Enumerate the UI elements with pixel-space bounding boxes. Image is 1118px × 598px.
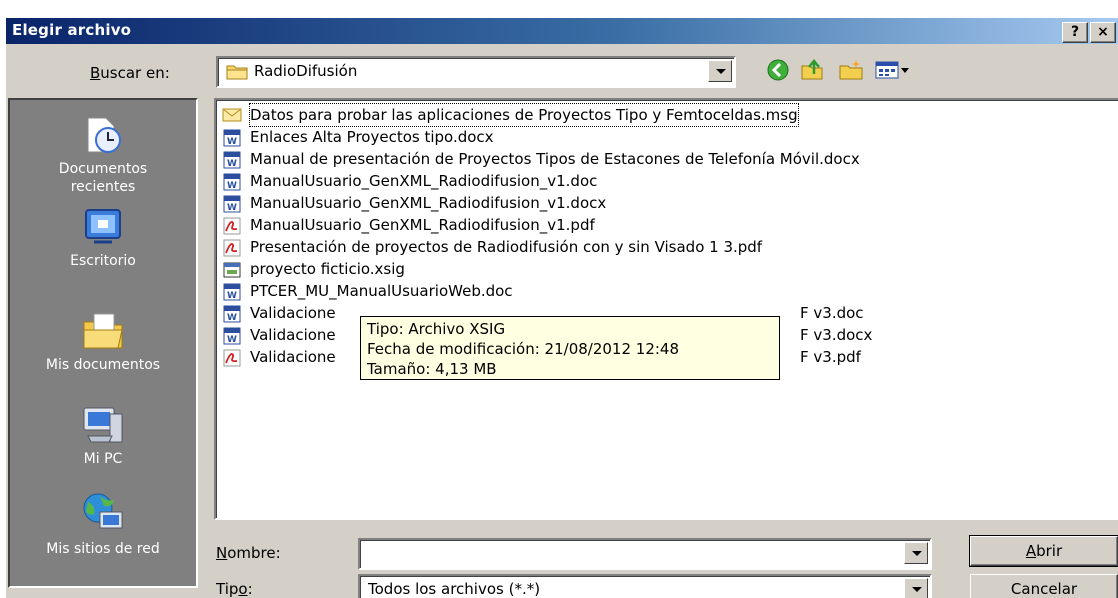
my-computer-icon (83, 407, 123, 443)
views-menu-icon[interactable] (874, 58, 910, 82)
tooltip-type: Tipo: Archivo XSIG (367, 320, 506, 338)
place-my-computer[interactable]: Mi PC (10, 404, 196, 468)
svg-text:W: W (227, 291, 237, 301)
cancel-button[interactable]: Cancelar (970, 574, 1118, 598)
window-title: Elegir archivo (12, 21, 132, 39)
word-document-icon: W (223, 195, 241, 213)
chevron-down-icon (912, 551, 922, 556)
word-document-icon: W (223, 151, 241, 169)
pdf-document-icon (223, 349, 241, 367)
look-in-combo[interactable]: RadioDifusión (216, 56, 736, 88)
file-name-tail: F v3.docx (800, 326, 873, 344)
open-button[interactable]: Abrir (969, 535, 1118, 567)
svg-text:W: W (227, 313, 237, 323)
file-name-tail: F v3.doc (800, 304, 864, 322)
back-icon[interactable] (766, 58, 790, 82)
look-in-value: RadioDifusión (254, 62, 358, 80)
up-folder-icon[interactable] (800, 58, 824, 82)
look-in-dropdown-button[interactable] (708, 60, 732, 82)
desktop-icon (85, 209, 121, 244)
word-document-icon: W (223, 283, 241, 301)
place-recent-documents[interactable]: Documentos recientes (10, 114, 196, 196)
place-network[interactable]: Mis sitios de red (10, 492, 196, 558)
file-type-dropdown-button[interactable] (904, 578, 928, 598)
file-type-select[interactable]: Todos los archivos (*.*) (358, 574, 932, 598)
svg-text:W: W (227, 203, 237, 213)
word-document-icon: W (223, 305, 241, 323)
recent-documents-icon (87, 117, 121, 153)
close-button[interactable]: × (1090, 22, 1116, 43)
svg-text:W: W (227, 335, 237, 345)
tooltip-size: Tamaño: 4,13 MB (367, 360, 497, 378)
chevron-down-icon (716, 69, 726, 74)
place-my-documents[interactable]: Mis documentos (10, 310, 196, 374)
my-documents-icon (83, 313, 123, 349)
place-desktop[interactable]: Escritorio (10, 206, 196, 270)
file-info-tooltip: Tipo: Archivo XSIG Fecha de modificación… (360, 316, 780, 380)
chevron-down-icon (912, 587, 922, 592)
svg-text:W: W (227, 137, 237, 147)
file-type-label: Tipo: (216, 580, 253, 598)
title-bar[interactable]: Elegir archivo ? × (6, 18, 1118, 44)
xsig-file-icon (223, 262, 241, 278)
folder-icon (226, 65, 248, 80)
help-button[interactable]: ? (1062, 22, 1088, 43)
pdf-document-icon (223, 217, 241, 235)
open-file-dialog: Elegir archivo ? × Buscar en: RadioDifus… (6, 18, 1118, 598)
look-in-label: Buscar en: (90, 64, 170, 82)
svg-text:W: W (227, 181, 237, 191)
file-name-input[interactable] (358, 538, 932, 570)
svg-text:W: W (227, 159, 237, 169)
word-document-icon: W (223, 129, 241, 147)
file-name-dropdown-button[interactable] (904, 542, 928, 564)
new-folder-icon[interactable] (838, 58, 864, 82)
tooltip-modified: Fecha de modificación: 21/08/2012 12:48 (367, 340, 680, 358)
word-document-icon: W (223, 173, 241, 191)
network-places-icon (83, 493, 123, 529)
email-message-icon (222, 108, 242, 122)
file-name-label: Nombre: (216, 544, 281, 562)
file-list[interactable]: Datos para probar las aplicaciones de Pr… (214, 98, 1118, 520)
pdf-document-icon (223, 239, 241, 257)
word-document-icon: W (223, 327, 241, 345)
file-name-tail: F v3.pdf (800, 348, 861, 366)
file-type-value: Todos los archivos (*.*) (368, 580, 541, 598)
places-bar: Documentos recientes Escritorio Mis docu… (8, 98, 198, 588)
